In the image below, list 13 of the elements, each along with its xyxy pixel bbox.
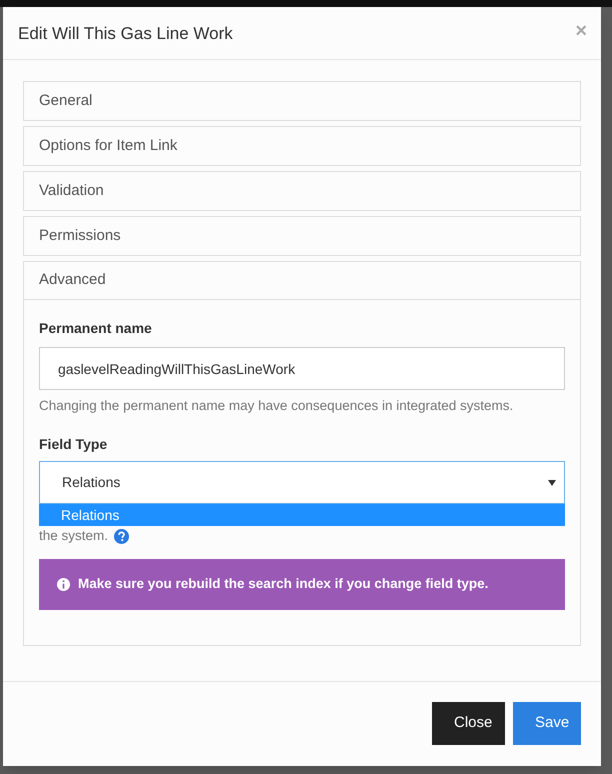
save-button[interactable]: Save xyxy=(513,702,581,745)
info-icon xyxy=(57,578,70,590)
help-text: Changing the permanent name may have consequences in integrated systems. xyxy=(39,397,514,415)
alert-text: Make sure you rebuild the search index if you change field type. xyxy=(78,574,488,593)
input-field[interactable]: gaslevelReadingWillThisGasLineWork xyxy=(39,347,565,390)
field-label: Field Type xyxy=(39,435,108,454)
caret-icon xyxy=(548,480,556,486)
dialog-title: Edit Will This Gas Line Work xyxy=(18,23,233,45)
help-text: the system. xyxy=(39,527,108,546)
select-field[interactable]: Relations xyxy=(39,461,565,504)
close-button[interactable]: Close xyxy=(432,702,505,745)
field-label: Permanent name xyxy=(39,319,153,338)
help-icon[interactable] xyxy=(114,528,130,544)
